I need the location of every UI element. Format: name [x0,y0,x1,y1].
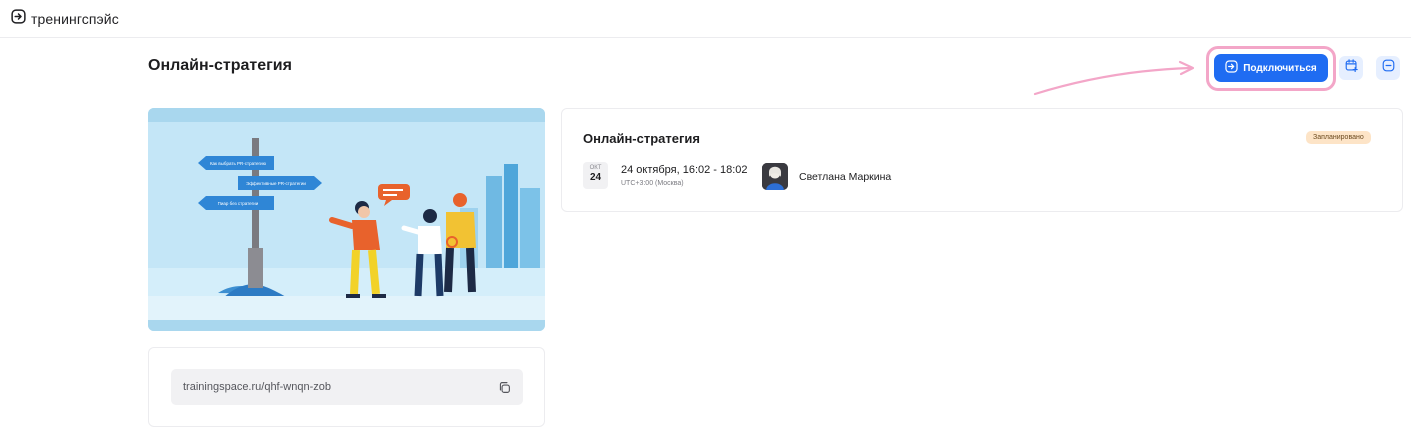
annotation-arrow [1033,60,1195,96]
join-link-field[interactable]: trainingspace.ru/qhf-wnqn-zob [171,369,523,405]
sign-3-text: Пиар без стратегии [218,201,259,206]
date-day: 24 [589,172,602,183]
enter-icon [11,9,26,29]
session-card: Онлайн-стратегия Запланировано ОКТ 24 24… [561,108,1403,212]
sign-2-text: Эффективные PR-стратегии [246,181,306,186]
speaker-avatar [762,163,788,190]
sign-1: Как выбрать PR-стратегию [198,156,274,170]
date-box: ОКТ 24 [583,162,608,189]
session-date: 24 октября, 16:02 - 18:02 [621,164,748,176]
speaker-name: Светлана Маркина [799,171,892,183]
add-to-calendar-button[interactable] [1339,56,1363,80]
session-timezone: UTC+3:00 (Москва) [621,180,684,187]
date-month: ОКТ [589,165,602,171]
session-title: Онлайн-стратегия [583,131,700,146]
enter-icon [1225,60,1238,76]
copy-icon[interactable] [498,381,511,394]
connect-button[interactable]: Подключиться [1214,54,1328,82]
leave-button[interactable] [1376,56,1400,80]
minus-circle-icon [1382,59,1395,77]
join-link-card: trainingspace.ru/qhf-wnqn-zob [148,347,545,427]
calendar-add-icon [1345,59,1358,77]
event-cover-image: Как выбрать PR-стратегию Эффективные PR-… [148,108,545,331]
sign-2: Эффективные PR-стратегии [238,176,322,190]
brand-logo[interactable]: тренингспэйс [11,9,119,29]
status-badge: Запланировано [1306,131,1371,144]
top-bar: тренингспэйс [0,0,1411,38]
sign-1-text: Как выбрать PR-стратегию [210,161,267,166]
connect-button-label: Подключиться [1243,62,1317,74]
page-title: Онлайн-стратегия [148,57,292,74]
brand-name: тренингспэйс [31,11,119,27]
join-link-text: trainingspace.ru/qhf-wnqn-zob [183,381,331,393]
sign-3: Пиар без стратегии [198,196,274,210]
